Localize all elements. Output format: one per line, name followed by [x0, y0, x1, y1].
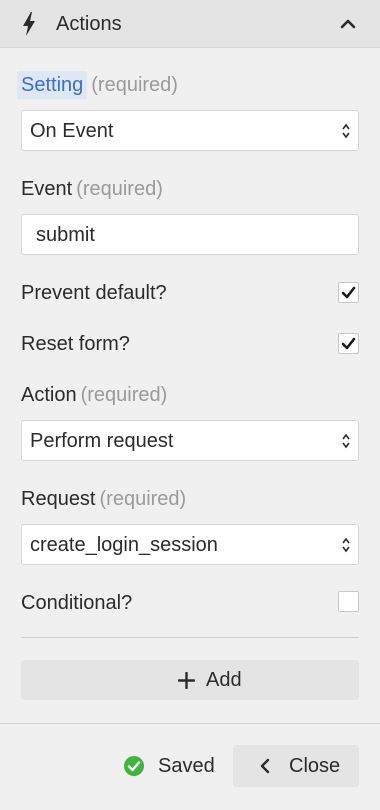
chevron-up-icon[interactable] [338, 14, 358, 34]
chevron-left-icon [260, 758, 270, 774]
event-input[interactable]: submit [21, 214, 359, 255]
action-select[interactable]: Perform request [21, 420, 359, 461]
reset-form-checkbox[interactable] [338, 333, 359, 354]
required-hint: (required) [91, 74, 178, 96]
event-label-row: Event (required) [21, 177, 163, 201]
request-label-row: Request (required) [21, 487, 186, 511]
select-arrows-icon [342, 433, 350, 449]
reset-form-label: Reset form? [21, 333, 130, 355]
close-button-label: Close [289, 755, 341, 777]
divider [21, 637, 359, 638]
setting-select[interactable]: On Event [21, 110, 359, 151]
select-arrows-icon [342, 123, 350, 139]
request-select[interactable]: create_login_session [21, 524, 359, 565]
required-hint: (required) [80, 384, 168, 406]
setting-value: On Event [30, 120, 114, 142]
prevent-default-label: Prevent default? [21, 282, 167, 304]
event-label: Event [21, 178, 73, 200]
conditional-label: Conditional? [21, 592, 133, 614]
prevent-default-checkbox[interactable] [338, 282, 359, 303]
required-hint: (required) [76, 178, 163, 200]
add-button-label: Add [206, 669, 242, 691]
action-label: Action [21, 384, 77, 406]
conditional-checkbox[interactable] [338, 591, 359, 612]
event-value: submit [36, 224, 95, 246]
plus-icon [178, 672, 195, 689]
footer-divider [0, 723, 380, 724]
checkmark-icon [341, 337, 356, 350]
saved-status: Saved [158, 755, 215, 777]
panel-title: Actions [56, 13, 122, 35]
request-value: create_login_session [30, 534, 218, 556]
action-label-row: Action (required) [21, 383, 167, 407]
check-circle-icon [124, 756, 144, 776]
required-hint: (required) [99, 488, 187, 510]
setting-label-row: Setting (required) [17, 71, 178, 99]
setting-label: Setting [17, 71, 88, 99]
close-button[interactable]: Close [233, 745, 359, 787]
request-label: Request [21, 488, 96, 510]
action-value: Perform request [30, 430, 174, 452]
add-action-button[interactable]: Add [21, 660, 359, 700]
select-arrows-icon [342, 537, 350, 553]
checkmark-icon [341, 286, 356, 299]
panel-header[interactable]: Actions [0, 0, 380, 48]
lightning-icon [23, 12, 35, 36]
